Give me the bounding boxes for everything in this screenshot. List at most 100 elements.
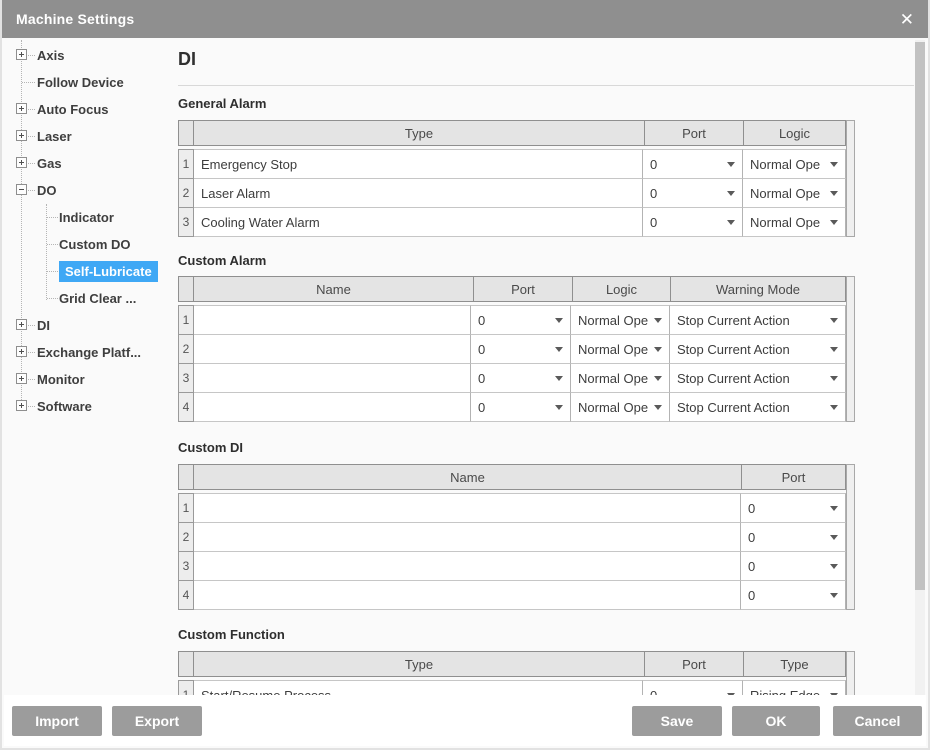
custom-alarm-heading: Custom Alarm	[178, 253, 266, 268]
row-number: 1	[178, 493, 194, 523]
sidebar-item-axis[interactable]: Axis	[2, 42, 170, 68]
expand-icon[interactable]	[16, 373, 27, 384]
port-dropdown[interactable]: 0	[471, 334, 571, 364]
sidebar-item-follow-device[interactable]: Follow Device	[2, 69, 170, 95]
name-input[interactable]	[194, 580, 741, 610]
port-dropdown[interactable]: 0	[471, 392, 571, 422]
sidebar-item-auto-focus[interactable]: Auto Focus	[2, 96, 170, 122]
window-title: Machine Settings	[16, 11, 134, 27]
custom-alarm-table: Name Port Logic Warning Mode 1 0 Normal …	[178, 276, 855, 422]
ok-button[interactable]: OK	[732, 706, 820, 736]
sidebar-item-indicator[interactable]: Indicator	[2, 204, 170, 230]
expand-icon[interactable]	[16, 103, 27, 114]
dropdown-arrow-icon	[830, 376, 838, 381]
sidebar-item-monitor[interactable]: Monitor	[2, 366, 170, 392]
port-dropdown[interactable]: 0	[643, 207, 743, 237]
save-button[interactable]: Save	[632, 706, 722, 736]
column-header-logic: Logic	[743, 120, 846, 146]
machine-settings-dialog: Machine Settings ✕ Axis Follow Device Au…	[0, 0, 930, 750]
cancel-button[interactable]: Cancel	[833, 706, 922, 736]
row-number: 3	[178, 363, 194, 393]
sidebar-item-software[interactable]: Software	[2, 393, 170, 419]
name-input[interactable]	[194, 334, 471, 364]
import-button[interactable]: Import	[12, 706, 102, 736]
logic-dropdown[interactable]: Normal Ope	[743, 178, 846, 208]
table-scrollbar[interactable]	[846, 276, 855, 422]
table-row: 3 Cooling Water Alarm 0 Normal Ope	[178, 207, 846, 237]
sidebar-item-do[interactable]: DO	[2, 177, 170, 203]
general-alarm-table: Type Port Logic 1 Emergency Stop 0 Norma…	[178, 120, 855, 237]
dropdown-arrow-icon	[654, 376, 662, 381]
table-scrollbar[interactable]	[846, 464, 855, 610]
main-scrollbar-thumb[interactable]	[915, 42, 925, 590]
dropdown-arrow-icon	[727, 191, 735, 196]
custom-di-table: Name Port 1 0 2 0 3 0 4 0	[178, 464, 855, 610]
sidebar-item-label: DI	[37, 318, 50, 333]
port-dropdown[interactable]: 0	[741, 493, 846, 523]
table-row: 4 0	[178, 580, 846, 610]
sidebar-item-grid-clear[interactable]: Grid Clear ...	[2, 285, 170, 311]
expand-icon[interactable]	[16, 130, 27, 141]
table-row: 2 Laser Alarm 0 Normal Ope	[178, 178, 846, 208]
name-input[interactable]	[194, 551, 741, 581]
sidebar-item-exchange-platform[interactable]: Exchange Platf...	[2, 339, 170, 365]
sidebar-item-gas[interactable]: Gas	[2, 150, 170, 176]
expand-icon[interactable]	[16, 49, 27, 60]
logic-dropdown[interactable]: Normal Ope	[743, 207, 846, 237]
dropdown-arrow-icon	[555, 405, 563, 410]
table-scrollbar[interactable]	[846, 120, 855, 237]
name-input[interactable]	[194, 522, 741, 552]
sidebar-item-label: Grid Clear ...	[59, 291, 136, 306]
row-number: 1	[178, 305, 194, 335]
port-dropdown[interactable]: 0	[741, 522, 846, 552]
custom-function-heading: Custom Function	[178, 627, 285, 642]
logic-dropdown[interactable]: Normal Ope	[743, 149, 846, 179]
warning-mode-dropdown[interactable]: Stop Current Action	[670, 334, 846, 364]
sidebar-item-label: Exchange Platf...	[37, 345, 141, 360]
name-input[interactable]	[194, 305, 471, 335]
dropdown-arrow-icon	[830, 318, 838, 323]
close-icon[interactable]: ✕	[900, 11, 914, 28]
general-alarm-heading: General Alarm	[178, 96, 266, 111]
row-number: 1	[178, 149, 194, 179]
logic-dropdown[interactable]: Normal Ope	[571, 363, 670, 393]
warning-mode-dropdown[interactable]: Stop Current Action	[670, 363, 846, 393]
logic-dropdown[interactable]: Normal Ope	[571, 392, 670, 422]
expand-icon[interactable]	[16, 400, 27, 411]
name-input[interactable]	[194, 392, 471, 422]
collapse-icon[interactable]	[16, 184, 27, 195]
sidebar-item-laser[interactable]: Laser	[2, 123, 170, 149]
table-row: 3 0 Normal Ope Stop Current Action	[178, 363, 846, 393]
sidebar-item-di[interactable]: DI	[2, 312, 170, 338]
logic-dropdown[interactable]: Normal Ope	[571, 334, 670, 364]
column-header-type: Type	[193, 120, 645, 146]
port-dropdown[interactable]: 0	[643, 149, 743, 179]
expand-icon[interactable]	[16, 157, 27, 168]
export-button[interactable]: Export	[112, 706, 202, 736]
column-header-port: Port	[644, 120, 744, 146]
expand-icon[interactable]	[16, 319, 27, 330]
table-scrollbar[interactable]	[846, 651, 855, 697]
warning-mode-dropdown[interactable]: Stop Current Action	[670, 392, 846, 422]
sidebar-item-self-lubricate[interactable]: Self-Lubricate	[2, 258, 170, 284]
page-title: DI	[178, 49, 196, 70]
custom-di-heading: Custom DI	[178, 440, 243, 455]
logic-dropdown[interactable]: Normal Ope	[571, 305, 670, 335]
sidebar-item-label: Self-Lubricate	[59, 261, 158, 282]
port-dropdown[interactable]: 0	[741, 580, 846, 610]
expand-icon[interactable]	[16, 346, 27, 357]
name-input[interactable]	[194, 363, 471, 393]
dropdown-arrow-icon	[830, 564, 838, 569]
port-dropdown[interactable]: 0	[643, 178, 743, 208]
dropdown-arrow-icon	[727, 220, 735, 225]
main-scrollbar[interactable]	[915, 40, 925, 695]
warning-mode-dropdown[interactable]: Stop Current Action	[670, 305, 846, 335]
port-dropdown[interactable]: 0	[741, 551, 846, 581]
sidebar-item-custom-do[interactable]: Custom DO	[2, 231, 170, 257]
sidebar-item-label: Gas	[37, 156, 62, 171]
table-row: 2 0 Normal Ope Stop Current Action	[178, 334, 846, 364]
row-number: 3	[178, 207, 194, 237]
name-input[interactable]	[194, 493, 741, 523]
port-dropdown[interactable]: 0	[471, 363, 571, 393]
port-dropdown[interactable]: 0	[471, 305, 571, 335]
